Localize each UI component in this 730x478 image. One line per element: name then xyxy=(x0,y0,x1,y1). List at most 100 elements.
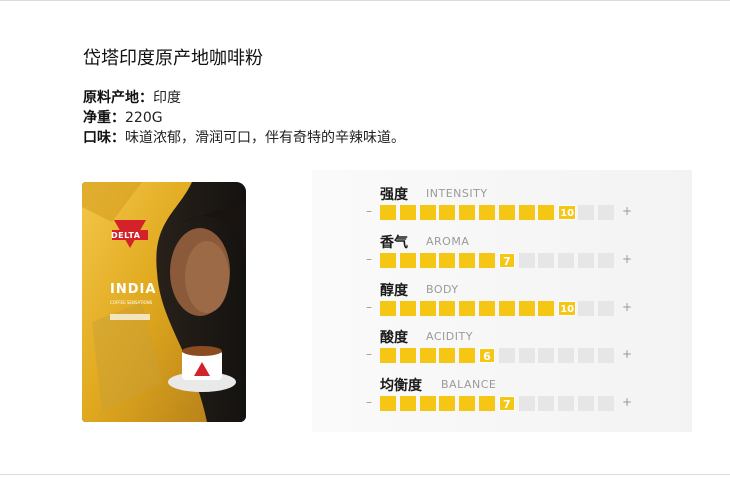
rating-segment-empty xyxy=(597,396,614,411)
rating-row-body: 醇度 BODY – 10 + xyxy=(312,280,692,326)
rating-segment-filled xyxy=(419,348,436,363)
spec-flavor-value: 味道浓郁，滑润可口，伴有奇特的辛辣味道。 xyxy=(125,130,405,146)
rating-label-cn: 醇度 xyxy=(380,283,408,299)
product-package-image: DELTA INDIA COFFEE SENSATIONS xyxy=(82,182,246,422)
rating-segment-empty xyxy=(558,348,575,363)
rating-row-aroma: 香气 AROMA – 7 + xyxy=(312,232,692,278)
flavor-ratings-panel: 强度 INTENSITY – 10 + 香气 AROMA – 7 + 醇度 BODY – 10 + 酸度 ACI… xyxy=(312,170,692,432)
rating-segment-filled xyxy=(459,348,476,363)
rating-segment-filled xyxy=(479,253,495,268)
rating-label-cn: 强度 xyxy=(380,187,408,203)
rating-segment-filled xyxy=(518,301,535,316)
rating-segment-empty xyxy=(597,301,614,316)
rating-segment-filled xyxy=(459,205,476,220)
rating-segment-empty xyxy=(538,348,555,363)
rating-label-en: AROMA xyxy=(426,235,470,248)
package-artwork xyxy=(82,182,246,422)
rating-segment-empty xyxy=(578,253,594,268)
increase-icon: + xyxy=(622,300,633,314)
package-origin: INDIA xyxy=(110,282,157,297)
rating-segment-empty xyxy=(578,301,594,316)
rating-segment-filled xyxy=(380,301,396,316)
top-divider xyxy=(0,0,730,1)
rating-segment-filled xyxy=(399,348,416,363)
spec-flavor: 口味：味道浓郁，滑润可口，伴有奇特的辛辣味道。 xyxy=(83,127,405,147)
increase-icon: + xyxy=(622,347,633,361)
rating-segment-filled xyxy=(380,253,396,268)
decrease-icon: – xyxy=(366,347,372,361)
rating-segment-empty xyxy=(558,253,575,268)
decrease-icon: – xyxy=(366,204,372,218)
rating-segment-filled xyxy=(380,348,396,363)
rating-segment-filled xyxy=(380,396,396,411)
rating-segment-filled xyxy=(419,205,436,220)
package-subtitle: COFFEE SENSATIONS xyxy=(110,300,153,305)
spec-flavor-label: 口味： xyxy=(83,130,125,146)
rating-label-cn: 酸度 xyxy=(380,330,408,346)
product-title: 岱塔印度原产地咖啡粉 xyxy=(83,48,263,69)
rating-row-acidity: 酸度 ACIDITY – 6 + xyxy=(312,327,692,373)
bottom-divider xyxy=(0,474,730,475)
rating-value-marker: 7 xyxy=(498,396,515,411)
spec-weight-label: 净重： xyxy=(83,110,125,126)
rating-segment-empty xyxy=(578,205,594,220)
rating-segment-filled xyxy=(419,301,436,316)
rating-segment-empty xyxy=(558,396,575,411)
rating-segment-filled xyxy=(459,396,476,411)
rating-segment-filled xyxy=(399,396,416,411)
rating-segment-filled xyxy=(439,253,456,268)
rating-segment-filled xyxy=(459,253,476,268)
rating-label-cn: 均衡度 xyxy=(380,378,422,394)
spec-weight-value: 220G xyxy=(125,110,163,126)
rating-segment-filled xyxy=(399,205,416,220)
rating-segment-empty xyxy=(597,348,614,363)
rating-label-en: BALANCE xyxy=(441,378,497,391)
decrease-icon: – xyxy=(366,300,372,314)
rating-segment-filled xyxy=(399,253,416,268)
rating-segment-empty xyxy=(597,253,614,268)
spec-weight: 净重：220G xyxy=(83,107,163,127)
rating-segment-empty xyxy=(597,205,614,220)
rating-segment-filled xyxy=(518,205,535,220)
rating-segment-filled xyxy=(439,348,456,363)
rating-segment-empty xyxy=(518,396,535,411)
increase-icon: + xyxy=(622,204,633,218)
decrease-icon: – xyxy=(366,395,372,409)
rating-value-marker: 10 xyxy=(558,301,577,316)
rating-label-en: ACIDITY xyxy=(426,330,473,343)
rating-segment-filled xyxy=(439,301,456,316)
rating-segment-empty xyxy=(578,348,594,363)
rating-segment-filled xyxy=(479,205,495,220)
rating-row-intensity: 强度 INTENSITY – 10 + xyxy=(312,184,692,230)
rating-segment-empty xyxy=(578,396,594,411)
rating-value-marker: 6 xyxy=(479,348,495,363)
increase-icon: + xyxy=(622,395,633,409)
rating-label-cn: 香气 xyxy=(380,235,408,251)
rating-label-en: INTENSITY xyxy=(426,187,488,200)
rating-segment-filled xyxy=(479,301,495,316)
rating-row-balance: 均衡度 BALANCE – 7 + xyxy=(312,375,692,421)
spec-origin-label: 原料产地： xyxy=(83,90,153,106)
rating-segment-empty xyxy=(538,253,555,268)
increase-icon: + xyxy=(622,252,633,266)
rating-value-marker: 7 xyxy=(498,253,515,268)
rating-segment-empty xyxy=(518,348,535,363)
package-brand: DELTA xyxy=(111,231,141,240)
rating-segment-filled xyxy=(459,301,476,316)
rating-segment-empty xyxy=(538,396,555,411)
rating-segment-empty xyxy=(498,348,515,363)
decrease-icon: – xyxy=(366,252,372,266)
rating-segment-filled xyxy=(419,396,436,411)
rating-segment-filled xyxy=(498,205,515,220)
rating-segment-filled xyxy=(439,396,456,411)
rating-segment-filled xyxy=(538,301,555,316)
rating-segment-filled xyxy=(498,301,515,316)
spec-origin: 原料产地：印度 xyxy=(83,87,181,107)
rating-segment-filled xyxy=(419,253,436,268)
rating-segment-filled xyxy=(538,205,555,220)
rating-label-en: BODY xyxy=(426,283,459,296)
rating-segment-filled xyxy=(439,205,456,220)
rating-segment-filled xyxy=(479,396,495,411)
spec-origin-value: 印度 xyxy=(153,90,181,106)
rating-value-marker: 10 xyxy=(558,205,577,220)
